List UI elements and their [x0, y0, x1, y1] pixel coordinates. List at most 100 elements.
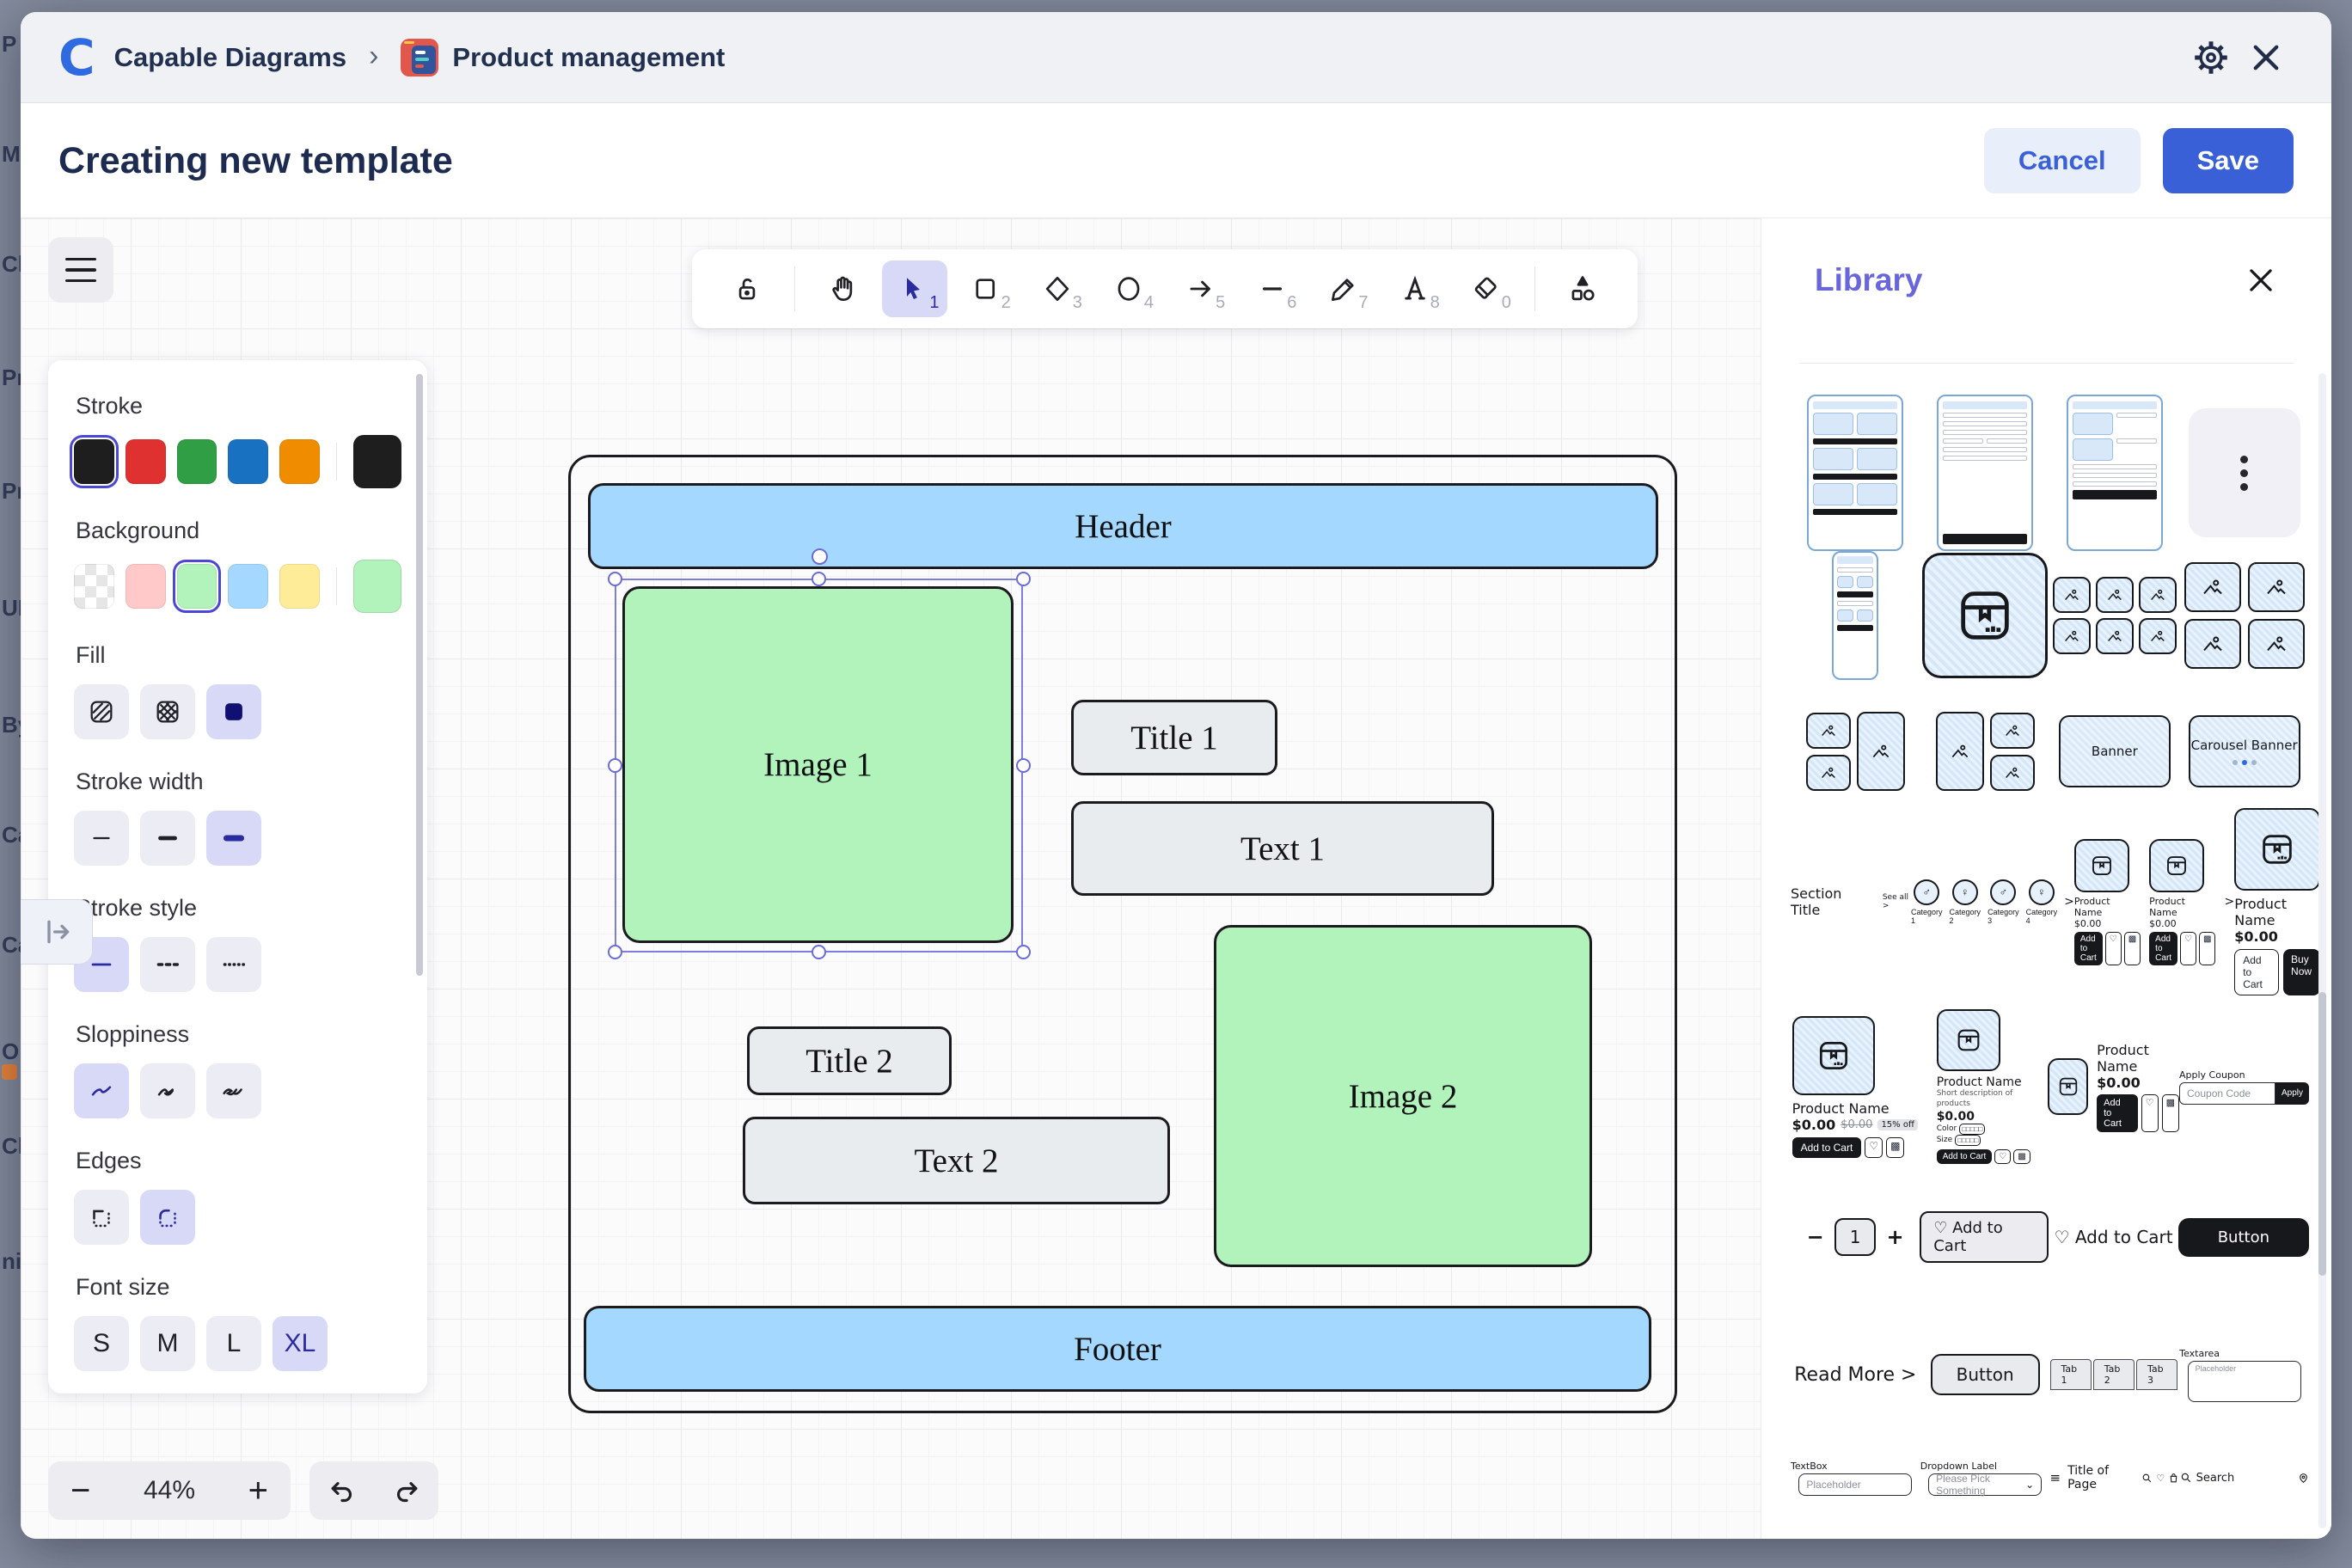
library-close-icon[interactable]	[2233, 253, 2288, 308]
library-item-page-title-bar[interactable]: ≡ Title of Page ♡	[2050, 1464, 2180, 1491]
stepper-value[interactable]: 1	[1834, 1218, 1877, 1256]
library-item-product-card-discount[interactable]: Product Name $0.00 $0.00 15% off Add to …	[1791, 1016, 1919, 1158]
redo-icon[interactable]	[389, 1473, 424, 1508]
library-item-product-image-placeholder[interactable]	[1920, 553, 2050, 678]
font-size-l-option[interactable]: L	[206, 1316, 261, 1371]
library-item-gallery-layout-1[interactable]	[1791, 712, 1920, 791]
bg-color-transparent[interactable]	[74, 564, 114, 609]
text-tool[interactable]: 8	[1383, 260, 1448, 317]
undo-icon[interactable]	[325, 1473, 359, 1508]
stroke-style-dashed-option[interactable]	[140, 937, 195, 992]
shape-footer[interactable]: Footer	[584, 1306, 1651, 1392]
library-item-search-bar[interactable]: Search	[2179, 1472, 2309, 1485]
library-item-textarea[interactable]: Textarea Placeholder	[2179, 1348, 2309, 1402]
library-item-textbox[interactable]: TextBox Placeholder	[1791, 1461, 1920, 1496]
stepper-plus[interactable]: +	[1886, 1225, 1903, 1249]
sidebar-expand-toggle[interactable]	[21, 899, 93, 965]
library-item-gallery-layout-2[interactable]	[1920, 712, 2050, 791]
library-item-carousel-banner[interactable]: Carousel Banner	[2179, 715, 2309, 787]
rotate-handle[interactable]	[812, 548, 828, 565]
shape-image1[interactable]: Image 1	[622, 586, 1014, 943]
save-button[interactable]: Save	[2163, 128, 2294, 193]
resize-handle-n[interactable]	[812, 572, 826, 586]
resize-handle-s[interactable]	[812, 945, 826, 959]
library-item-banner[interactable]: Banner	[2050, 715, 2180, 787]
shape-title1[interactable]: Title 1	[1071, 700, 1277, 775]
more-shapes-tool[interactable]	[1551, 260, 1615, 317]
edges-round-option[interactable]	[140, 1190, 195, 1245]
fill-crosshatch-option[interactable]	[140, 684, 195, 739]
shape-title2[interactable]: Title 2	[747, 1026, 952, 1095]
stroke-color-green[interactable]	[177, 439, 217, 484]
sloppiness-cartoonist-option[interactable]	[206, 1063, 261, 1118]
library-item-menu-button[interactable]	[2189, 408, 2300, 537]
cancel-button[interactable]: Cancel	[1984, 128, 2141, 193]
bg-color-green[interactable]	[177, 564, 217, 609]
library-item-section-title[interactable]: Section Title See all >	[1791, 885, 1911, 918]
library-item-button-dark[interactable]: Button	[2178, 1218, 2309, 1257]
stroke-style-dotted-option[interactable]	[206, 937, 261, 992]
stroke-width-extrabold-option[interactable]	[206, 811, 261, 866]
main-menu-button[interactable]	[48, 237, 113, 303]
library-item-menu[interactable]	[2179, 408, 2309, 537]
library-item-image-grid-2x3[interactable]	[2050, 577, 2180, 654]
stroke-width-thin-option[interactable]	[74, 811, 129, 866]
library-item-add-to-cart-outline-button[interactable]: ♡ Add to Cart	[1920, 1211, 2049, 1263]
canvas-workspace[interactable]: 1 2 3 4 5	[21, 218, 2331, 1539]
library-item-checkout-form-template[interactable]	[1920, 395, 2050, 551]
zoom-level[interactable]: 44%	[144, 1476, 195, 1505]
selection-tool[interactable]: 1	[882, 260, 946, 317]
coupon-apply-button[interactable]: Apply	[2275, 1082, 2309, 1105]
library-item-long-page-template[interactable]	[1791, 551, 1920, 680]
resize-handle-ne[interactable]	[1016, 572, 1031, 586]
fill-hachure-option[interactable]	[74, 684, 129, 739]
shape-image2[interactable]: Image 2	[1214, 925, 1592, 1267]
bg-current-color[interactable]	[353, 560, 401, 613]
library-item-apply-coupon[interactable]: Apply Coupon Coupon Code Apply	[2179, 1069, 2309, 1105]
library-item-tabs[interactable]: Tab 1 Tab 2 Tab 3	[2050, 1359, 2180, 1390]
library-item-dropdown[interactable]: Dropdown Label Please Pick Something⌄	[1920, 1461, 2050, 1496]
stroke-color-orange[interactable]	[279, 439, 320, 484]
font-size-s-option[interactable]: S	[74, 1316, 129, 1371]
library-item-product-card-large[interactable]: Product Name $0.00 Add to Cart Buy Now	[2234, 808, 2320, 995]
textarea-field[interactable]: Placeholder	[2188, 1361, 2301, 1402]
library-item-product-card-pair[interactable]: Product Name $0.00 Add to Cart♡▩ Product…	[2074, 839, 2234, 965]
shape-text1[interactable]: Text 1	[1071, 801, 1494, 896]
rectangle-tool[interactable]: 2	[954, 260, 1019, 317]
library-scrollbar-track[interactable]	[2318, 373, 2326, 1528]
stepper-minus[interactable]: −	[1807, 1225, 1824, 1249]
stroke-color-blue[interactable]	[228, 439, 268, 484]
library-item-product-row[interactable]: Product Name $0.00 Add to Cart♡▩	[2048, 1042, 2179, 1132]
eraser-tool[interactable]: 0	[1455, 260, 1519, 317]
lock-tool[interactable]	[714, 260, 779, 317]
resize-handle-nw[interactable]	[608, 572, 622, 586]
close-icon[interactable]	[2239, 30, 2294, 85]
resize-handle-e[interactable]	[1016, 758, 1031, 773]
fill-solid-option[interactable]	[206, 684, 261, 739]
resize-handle-w[interactable]	[608, 758, 622, 773]
library-item-read-more-link[interactable]: Read More >	[1791, 1364, 1920, 1386]
textbox-field[interactable]: Placeholder	[1798, 1473, 1912, 1496]
stroke-width-bold-option[interactable]	[140, 811, 195, 866]
library-scrollbar-thumb[interactable]	[2318, 992, 2326, 1276]
hand-tool[interactable]	[811, 260, 875, 317]
bg-color-blue[interactable]	[228, 564, 268, 609]
sloppiness-artist-option[interactable]	[140, 1063, 195, 1118]
resize-handle-se[interactable]	[1016, 945, 1031, 959]
library-item-quantity-stepper[interactable]: − 1 +	[1791, 1218, 1920, 1256]
font-size-m-option[interactable]: M	[140, 1316, 195, 1371]
stroke-color-black[interactable]	[74, 439, 114, 484]
diamond-tool[interactable]: 3	[1026, 260, 1090, 317]
zoom-out-button[interactable]: −	[70, 1473, 90, 1508]
draw-tool[interactable]: 7	[1311, 260, 1375, 317]
library-item-add-to-cart-text[interactable]: ♡ Add to Cart	[2049, 1227, 2177, 1247]
coupon-input[interactable]: Coupon Code	[2179, 1082, 2275, 1105]
library-item-product-card-variants[interactable]: Product Name Short description of produc…	[1919, 1009, 2047, 1163]
settings-gear-icon[interactable]	[2184, 30, 2239, 85]
library-item-button-outline[interactable]: Button	[1920, 1354, 2050, 1395]
library-item-category-page-template[interactable]	[1791, 395, 1920, 551]
stroke-color-red[interactable]	[126, 439, 166, 484]
stroke-current-color[interactable]	[353, 435, 401, 488]
shape-header[interactable]: Header	[588, 483, 1658, 569]
sloppiness-architect-option[interactable]	[74, 1063, 129, 1118]
